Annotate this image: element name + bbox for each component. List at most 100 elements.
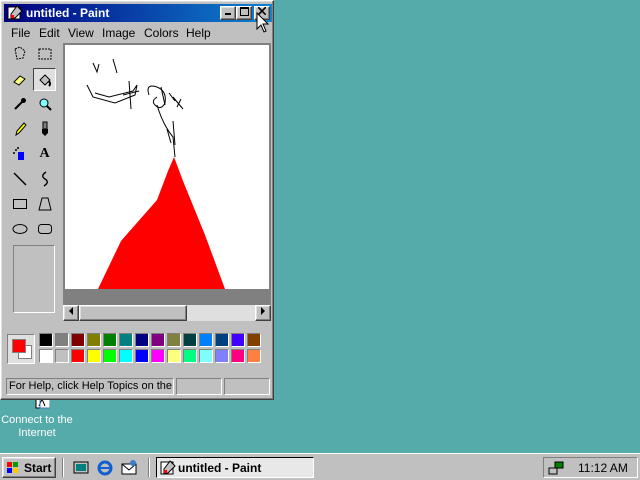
foreground-color-swatch: [12, 339, 26, 353]
pencil-icon: [14, 122, 27, 137]
palette-swatch[interactable]: [151, 349, 165, 363]
palette-swatch[interactable]: [135, 349, 149, 363]
canvas-area: [63, 43, 271, 305]
palette-swatch[interactable]: [119, 333, 133, 347]
palette-swatch[interactable]: [215, 333, 229, 347]
brush-icon: [41, 121, 48, 136]
tool-airbrush[interactable]: [8, 143, 31, 166]
window-title: untitled - Paint: [26, 6, 110, 20]
palette-swatch[interactable]: [55, 349, 69, 363]
menu-view[interactable]: View: [68, 26, 94, 40]
scribble-v: [92, 62, 100, 74]
drawing-canvas[interactable]: [65, 45, 269, 289]
palette-swatch[interactable]: [39, 349, 53, 363]
tool-options-box[interactable]: [13, 245, 55, 313]
scroll-thumb[interactable]: [79, 305, 187, 321]
palette-swatch[interactable]: [119, 349, 133, 363]
current-colors[interactable]: [7, 334, 35, 364]
tool-eraser[interactable]: [8, 68, 31, 91]
arrow-right-icon: [261, 307, 265, 315]
palette-swatch[interactable]: [247, 333, 261, 347]
status-size: [224, 378, 270, 395]
palette-swatch[interactable]: [183, 333, 197, 347]
palette-swatch[interactable]: [247, 349, 261, 363]
taskbar-button-paint[interactable]: untitled - Paint: [156, 457, 314, 478]
start-button[interactable]: Start: [2, 457, 56, 478]
tool-magnifier[interactable]: [33, 93, 56, 116]
scribble-body: [156, 104, 176, 158]
status-bar: For Help, click Help Topics on the Help …: [4, 375, 272, 397]
palette-swatch[interactable]: [231, 333, 245, 347]
menu-file[interactable]: File: [11, 26, 30, 40]
menu-colors[interactable]: Colors: [144, 26, 179, 40]
maximize-icon: [239, 7, 249, 16]
network-icon[interactable]: [548, 460, 564, 476]
line-icon: [13, 172, 26, 186]
tool-rectangle[interactable]: [8, 193, 31, 216]
red-fill-shape: [98, 157, 225, 289]
palette-swatch[interactable]: [231, 349, 245, 363]
palette-swatch[interactable]: [103, 333, 117, 347]
show-desktop-icon[interactable]: [72, 459, 90, 477]
status-help-text: For Help, click Help Topics on the Help …: [6, 378, 174, 395]
palette-swatch[interactable]: [199, 333, 213, 347]
palette-swatch[interactable]: [215, 349, 229, 363]
menu-bar: File Edit View Image Colors Help: [4, 23, 272, 42]
taskbar-separator: [148, 458, 150, 477]
eraser-icon: [12, 75, 26, 86]
palette-swatch[interactable]: [151, 333, 165, 347]
tool-text[interactable]: A: [33, 143, 56, 166]
palette-swatch[interactable]: [183, 349, 197, 363]
palette-swatch[interactable]: [71, 333, 85, 347]
menu-help[interactable]: Help: [186, 26, 211, 40]
tool-ellipse[interactable]: [8, 218, 31, 241]
fill-bucket-icon: [38, 74, 51, 87]
arrow-left-icon: [69, 307, 73, 315]
palette-swatch[interactable]: [55, 333, 69, 347]
magnifier-icon: [39, 98, 52, 111]
free-form-select-icon: [13, 46, 26, 60]
minimize-button[interactable]: [220, 6, 236, 20]
palette-swatch[interactable]: [167, 349, 181, 363]
palette-swatch[interactable]: [135, 333, 149, 347]
tool-pencil[interactable]: [8, 118, 31, 141]
palette-swatch[interactable]: [167, 333, 181, 347]
scribble-hair: [160, 86, 184, 110]
tool-fill-with-color[interactable]: [33, 68, 56, 91]
clock[interactable]: 11:12 AM: [578, 461, 628, 475]
maximize-button[interactable]: [236, 6, 252, 20]
start-label: Start: [24, 461, 52, 475]
menu-edit[interactable]: Edit: [39, 26, 60, 40]
outlook-express-icon[interactable]: [120, 459, 138, 477]
title-bar[interactable]: untitled - Paint: [4, 4, 272, 22]
task-label: untitled - Paint: [178, 461, 262, 475]
menu-image[interactable]: Image: [102, 26, 135, 40]
system-tray: 11:12 AM: [543, 457, 638, 478]
horizontal-scrollbar[interactable]: [63, 305, 271, 321]
paint-app-icon: [7, 5, 23, 20]
tool-pick-color[interactable]: [8, 93, 31, 116]
palette-swatch[interactable]: [87, 333, 101, 347]
tool-rounded-rectangle[interactable]: [33, 218, 56, 241]
palette-swatch[interactable]: [39, 333, 53, 347]
tool-curve[interactable]: [33, 168, 56, 191]
rounded-rectangle-icon: [37, 224, 52, 234]
text-tool-glyph: A: [39, 146, 50, 161]
palette-swatch[interactable]: [71, 349, 85, 363]
tool-polygon[interactable]: [33, 193, 56, 216]
palette-swatch[interactable]: [199, 349, 213, 363]
scroll-left-button[interactable]: [63, 305, 79, 321]
tool-free-form-select[interactable]: [8, 43, 31, 66]
palette-swatch[interactable]: [103, 349, 117, 363]
status-coordinates: [176, 378, 222, 395]
scroll-right-button[interactable]: [255, 305, 271, 321]
tool-brush[interactable]: [33, 118, 56, 141]
mouse-cursor-icon: [256, 12, 270, 33]
curve-icon: [41, 171, 48, 187]
palette-swatch[interactable]: [87, 349, 101, 363]
tool-line[interactable]: [8, 168, 31, 191]
internet-explorer-icon[interactable]: [96, 459, 114, 477]
color-palette: [4, 331, 272, 367]
tool-rect-select[interactable]: [33, 43, 56, 66]
taskbar-separator: [62, 458, 64, 477]
